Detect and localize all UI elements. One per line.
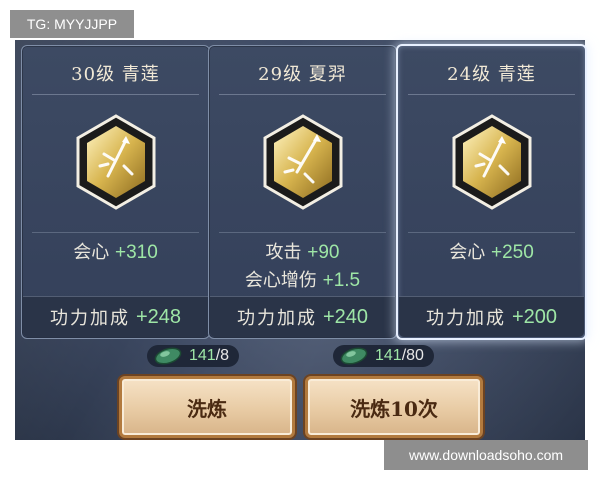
game-panel: 30级 青莲 会心 +310 功力加成 +248 29级 夏羿 攻击 +90 会…: [15, 40, 587, 440]
stat-row: 会心 +310: [22, 238, 209, 264]
stat-name: 会心: [449, 242, 486, 263]
stat-value: +310: [114, 242, 158, 263]
divider: [408, 232, 575, 233]
skill-card-2[interactable]: 29级 夏羿 攻击 +90 会心增伤 +1.5 功力加成 +240: [208, 45, 397, 339]
card-title: 24级 青莲: [447, 64, 536, 85]
cost-required: /80: [401, 347, 424, 364]
divider: [32, 232, 199, 233]
skill-card-1[interactable]: 30级 青莲 会心 +310 功力加成 +248: [21, 45, 210, 339]
card-title: 30级 青莲: [71, 64, 160, 85]
stat-value: +90: [307, 242, 340, 263]
bonus-value: +248: [135, 305, 182, 328]
divider: [32, 94, 199, 95]
divider: [219, 94, 386, 95]
stat-value: +250: [490, 242, 534, 263]
refine10-cost: 141/80: [333, 345, 434, 367]
power-bonus: 功力加成 +200: [399, 296, 584, 337]
refine-cost: 141/8: [147, 345, 240, 367]
bonus-value: +200: [511, 305, 558, 328]
refine-10-button[interactable]: 洗炼10次: [305, 376, 483, 438]
sword-burst-emblem-icon: [452, 114, 531, 210]
channel-tag: TG: MYYJJPP: [10, 10, 134, 38]
divider: [219, 232, 386, 233]
jade-gem-icon: [340, 347, 368, 365]
cost-owned: 141: [375, 347, 402, 364]
stat-row: 会心 +250: [398, 238, 585, 264]
cost-owned: 141: [189, 347, 216, 364]
stat-name: 会心: [73, 242, 110, 263]
refine-button[interactable]: 洗炼: [119, 376, 295, 438]
jade-gem-icon: [154, 347, 182, 365]
sword-burst-emblem-icon: [263, 114, 342, 210]
bonus-label: 功力加成: [425, 308, 506, 329]
skill-card-3[interactable]: 24级 青莲 会心 +250 功力加成 +200: [396, 44, 587, 340]
stat-row: 会心增伤 +1.5: [209, 266, 396, 292]
divider: [408, 94, 575, 95]
sword-burst-emblem-icon: [76, 114, 155, 210]
stat-name: 会心增伤: [244, 270, 317, 291]
card-title: 29级 夏羿: [258, 64, 347, 85]
bonus-value: +240: [322, 305, 369, 328]
stat-name: 攻击: [265, 242, 302, 263]
watermark: www.downloadsoho.com: [384, 440, 588, 470]
cost-required: /8: [215, 347, 230, 364]
stat-value: +1.5: [322, 270, 361, 291]
bonus-label: 功力加成: [236, 308, 317, 329]
power-bonus: 功力加成 +240: [210, 296, 395, 337]
power-bonus: 功力加成 +248: [23, 296, 208, 337]
stat-row: 攻击 +90: [209, 238, 396, 264]
bonus-label: 功力加成: [49, 308, 130, 329]
